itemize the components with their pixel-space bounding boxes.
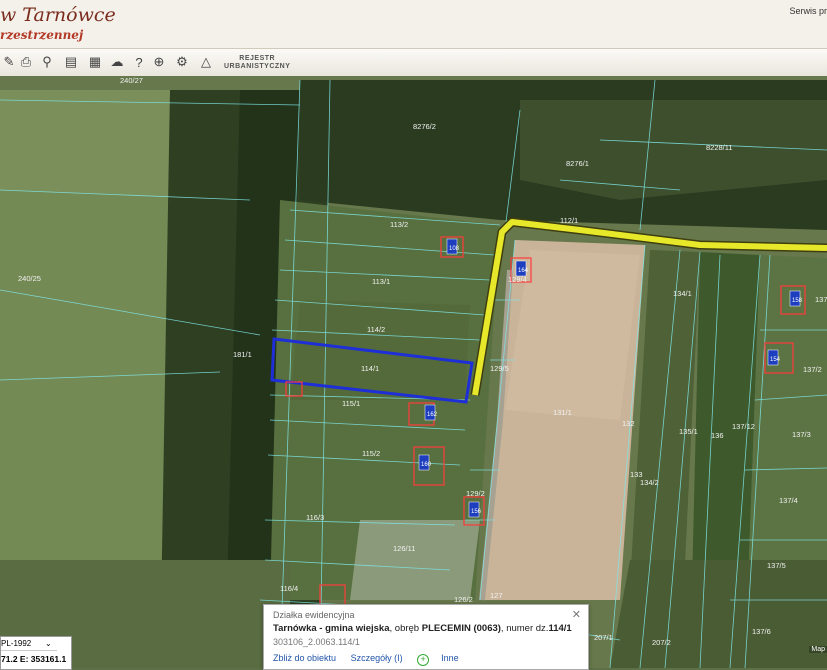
parcel-label: 137/3	[792, 430, 811, 439]
popup-numer: 114/1	[548, 623, 572, 634]
parcel-label: 129/4	[508, 275, 527, 284]
popup-obreb-prefix: , obręb	[389, 623, 422, 634]
building-label: 154	[770, 357, 781, 363]
parcel-label: 131/1	[553, 408, 572, 417]
close-icon[interactable]: ✕	[572, 608, 581, 621]
parcel-label: 207/1	[594, 633, 613, 642]
parcel-label: 137/5	[767, 561, 786, 570]
layers-icon[interactable]: ▤	[62, 53, 80, 71]
app-header: w Tarnówce rzestrzennej Serwis pr	[0, 0, 827, 48]
parcel-label: 8228/11	[706, 143, 733, 152]
parcel-label: 126/2	[454, 595, 473, 604]
rejestr-urbanistyczny-button[interactable]: REJESTR URBANISTYCZNY	[224, 55, 290, 71]
map-view[interactable]: 240/27 8276/2 8276/1 8228/11 113/2 112/1…	[0, 76, 827, 668]
parcel-label: 114/1	[361, 364, 379, 373]
map-toolbar: ✎ ⎙ ⚲ ▤ ▦ ☁ ? ⊕ ⚙ △ REJESTR URBANISTYCZN…	[0, 48, 827, 77]
edit-icon[interactable]: ✎	[0, 53, 18, 71]
parcel-label: 116/4	[280, 584, 298, 593]
parcel-label: 116/3	[306, 513, 324, 522]
parcel-label: 134/1	[673, 289, 692, 298]
app-subtitle: rzestrzennej	[0, 28, 84, 42]
popup-place: Tarnówka - gmina wiejska	[273, 623, 390, 634]
popup-obreb: PLECEMIN (0063)	[421, 623, 501, 634]
map-attribution: Map	[809, 646, 827, 653]
share-icon[interactable]: ⊕	[150, 53, 168, 71]
settings-icon[interactable]: ⚙	[173, 53, 191, 71]
parcel-label: 240/25	[18, 274, 41, 283]
parcel-label: 129/2	[466, 489, 485, 498]
layout-icon[interactable]: ▦	[86, 53, 104, 71]
other-link[interactable]: Inne	[441, 653, 459, 663]
chevron-down-icon[interactable]: ⌄	[45, 639, 52, 648]
parcel-label: 8276/1	[566, 159, 589, 168]
parcel-label: 136	[711, 431, 724, 440]
parcel-label: 112/1	[560, 216, 578, 225]
parcel-label: 126/11	[393, 544, 415, 553]
plus-icon[interactable]: +	[417, 654, 430, 666]
parcel-label: 137/2	[803, 365, 822, 374]
popup-heading: Działka ewidencyjna	[273, 610, 355, 620]
parcel-label: 135/1	[679, 427, 698, 436]
parcel-label: 115/1	[342, 399, 360, 408]
building-label: 156	[471, 509, 482, 515]
coordinate-panel: PL-1992 ⌄ 71.2 E: 353161.1	[0, 636, 72, 670]
zoom-to-object-link[interactable]: Zbliż do obiektu	[273, 653, 336, 663]
parcel-label: 207/2	[652, 638, 671, 647]
serwis-link[interactable]: Serwis pr	[789, 6, 827, 16]
building-label: 162	[427, 412, 438, 418]
parcel-label: 129/5	[490, 364, 509, 373]
parcel-label: 134/2	[640, 478, 659, 487]
cursor-coordinates: 71.2 E: 353161.1	[1, 654, 67, 664]
parcel-label: 181/1	[233, 350, 252, 359]
parcel-label: 137/4	[779, 496, 798, 505]
parcel-label: 113/1	[372, 277, 390, 286]
parcel-label: 240/27	[120, 76, 143, 85]
rejestr-label-1: REJESTR	[239, 55, 276, 62]
building-label: 160	[421, 462, 432, 468]
parcel-label: 8276/2	[413, 122, 436, 131]
parcel-label: 137/6	[752, 627, 771, 636]
popup-numer-prefix: , numer dz.	[500, 623, 549, 634]
popup-identifier: 303106_2.0063.114/1	[273, 637, 360, 647]
details-link[interactable]: Szczegóły (I)	[351, 653, 403, 663]
parcel-info-popup: Działka ewidencyjna ✕ Tarnówka - gmina w…	[263, 604, 589, 670]
building-label: 158	[792, 298, 803, 304]
parcel-label: 127	[490, 591, 503, 600]
app-title: w Tarnówce	[0, 4, 116, 26]
building-label: 164	[518, 268, 529, 274]
comment-icon[interactable]: ☁	[108, 53, 126, 71]
parcel-label: 137/12	[732, 422, 755, 431]
building-label: 108	[449, 246, 460, 252]
pin-icon[interactable]: ⚲	[38, 53, 56, 71]
measure-icon[interactable]: △	[197, 53, 215, 71]
parcel-label: 132	[622, 419, 635, 428]
help-icon[interactable]: ?	[130, 53, 148, 71]
parcel-label: 114/2	[367, 325, 385, 334]
parcel-label: 115/2	[362, 449, 380, 458]
parcel-label: 137/1	[815, 295, 827, 304]
rejestr-label-2: URBANISTYCZNY	[224, 63, 291, 70]
popup-parcel-description: Tarnówka - gmina wiejska, obręb PLECEMIN…	[273, 623, 572, 634]
parcel-label: 113/2	[390, 220, 408, 229]
map-canvas[interactable]: 240/27 8276/2 8276/1 8228/11 113/2 112/1…	[0, 76, 827, 668]
print-icon[interactable]: ⎙	[17, 53, 35, 71]
popup-links: Zbliż do obiektu Szczegóły (I) + Inne	[273, 653, 471, 666]
